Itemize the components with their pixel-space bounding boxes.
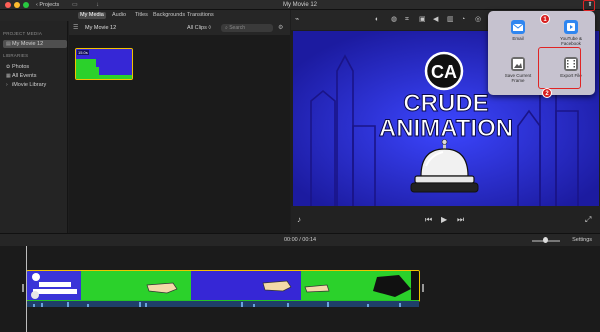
mail-icon <box>511 20 525 34</box>
sidebar-item-label: All Events <box>12 73 37 79</box>
title-bar: ‹ Projects ▭ ↓ My Movie 12 ⬆ <box>0 0 600 10</box>
timeline-video-clip[interactable] <box>26 270 420 302</box>
playhead[interactable] <box>26 246 27 332</box>
skip-back-icon[interactable]: ⏮ <box>425 215 432 225</box>
share-save-frame-label: Save Current Frame <box>504 73 532 83</box>
list-view-icon[interactable]: ☰ <box>73 24 78 32</box>
timecode-current: 00:00 <box>283 237 298 243</box>
tab-my-media[interactable]: My Media <box>78 12 106 19</box>
magic-wand-icon[interactable]: ⌁ <box>295 15 299 25</box>
fullscreen-icon[interactable]: ⤢ <box>585 215 591 225</box>
export-file-highlight <box>538 47 581 89</box>
noise-reduction-icon[interactable]: ▥ <box>447 15 454 25</box>
speed-icon[interactable]: ◔ <box>461 15 465 25</box>
share-email-label: Email <box>512 36 524 41</box>
step-badge-1: 1 <box>540 14 550 24</box>
search-input[interactable]: ⌕ Search <box>221 24 273 32</box>
timeline-settings-button[interactable]: Settings <box>572 237 592 244</box>
clip-thumbnail[interactable]: 15.0s <box>75 48 133 80</box>
stabilization-icon[interactable]: ▣ <box>419 15 426 25</box>
clip-duration: 15.0s <box>77 50 89 55</box>
clip-trim-handle-right[interactable] <box>422 284 424 292</box>
sidebar-item-imovie-library[interactable]: › iMovie Library <box>3 81 67 89</box>
headline-line-2: ANIMATION <box>379 115 513 142</box>
share-youtube-label: YouTube & Facebook <box>560 36 582 46</box>
timecode: 00:00 / 00:14 <box>0 237 600 244</box>
color-correction-icon[interactable]: ◍ <box>391 15 397 25</box>
browser-title: My Movie 12 <box>85 25 117 31</box>
tab-titles[interactable]: Titles <box>133 12 150 19</box>
project-media-heading: PROJECT MEDIA <box>3 31 43 36</box>
sidebar-item-photos[interactable]: ✿ Photos <box>3 63 67 71</box>
search-placeholder: Search <box>229 25 246 31</box>
share-email-item[interactable]: Email <box>498 20 538 41</box>
sidebar-item-my-movie[interactable]: ▤My Movie 12 <box>3 40 67 48</box>
clip-filter-icon[interactable]: ◎ <box>475 15 481 25</box>
clip-trim-handle-left[interactable] <box>22 284 24 292</box>
timeline-audio-waveform[interactable] <box>27 301 419 307</box>
libraries-heading: LIBRARIES <box>3 53 29 58</box>
media-browser: ☰ My Movie 12 All Clips ◊ ⌕ Search ⚙ 15.… <box>69 21 290 233</box>
step-badge-2: 2 <box>542 88 552 98</box>
playback-controls: ♪ ⏮ ▶ ⏭ ⤢ <box>291 206 600 233</box>
sidebar-item-label: iMovie Library <box>12 82 47 88</box>
browser-header: ☰ My Movie 12 All Clips ◊ ⌕ Search ⚙ <box>69 21 290 35</box>
timecode-total: 00:14 <box>302 237 317 243</box>
zoom-slider-knob[interactable] <box>543 237 548 243</box>
timeline-header: 00:00 / 00:14 Settings <box>0 233 600 246</box>
image-icon <box>511 57 525 71</box>
youtube-icon <box>564 20 578 34</box>
crop-icon[interactable]: ⌗ <box>405 15 409 25</box>
libraries-sidebar: PROJECT MEDIA ▤My Movie 12 LIBRARIES ✿ Ph… <box>0 21 68 233</box>
sidebar-item-label: My Movie 12 <box>12 41 44 47</box>
headline-line-1: CRUDE <box>403 90 488 117</box>
share-button-highlight <box>583 0 595 11</box>
tab-transitions[interactable]: Transitions <box>185 12 216 19</box>
share-youtube-item[interactable]: YouTube & Facebook <box>551 20 591 46</box>
sidebar-item-label: Photos <box>12 64 30 70</box>
skip-forward-icon[interactable]: ⏭ <box>457 215 464 225</box>
clip-filter-select[interactable]: All Clips ◊ <box>187 24 211 32</box>
tab-backgrounds[interactable]: Backgrounds <box>151 12 187 19</box>
clip-filmstrip <box>27 271 419 300</box>
tab-audio[interactable]: Audio <box>110 12 128 19</box>
timecode-separator: / <box>299 237 301 243</box>
volume-icon[interactable]: ◀ <box>433 15 438 25</box>
microphone-icon[interactable]: ♪ <box>297 215 301 225</box>
window-title: My Movie 12 <box>282 2 317 8</box>
sidebar-item-all-events[interactable]: ▦All Events <box>3 72 67 80</box>
media-tab-bar: My Media Audio Titles Backgrounds Transi… <box>0 10 290 21</box>
gear-icon[interactable]: ⚙ <box>278 24 283 32</box>
color-balance-icon[interactable]: ◐ <box>375 15 379 25</box>
logo-text: CA <box>431 62 457 82</box>
share-save-frame-item[interactable]: Save Current Frame <box>498 57 538 83</box>
play-button[interactable]: ▶ <box>441 215 447 225</box>
